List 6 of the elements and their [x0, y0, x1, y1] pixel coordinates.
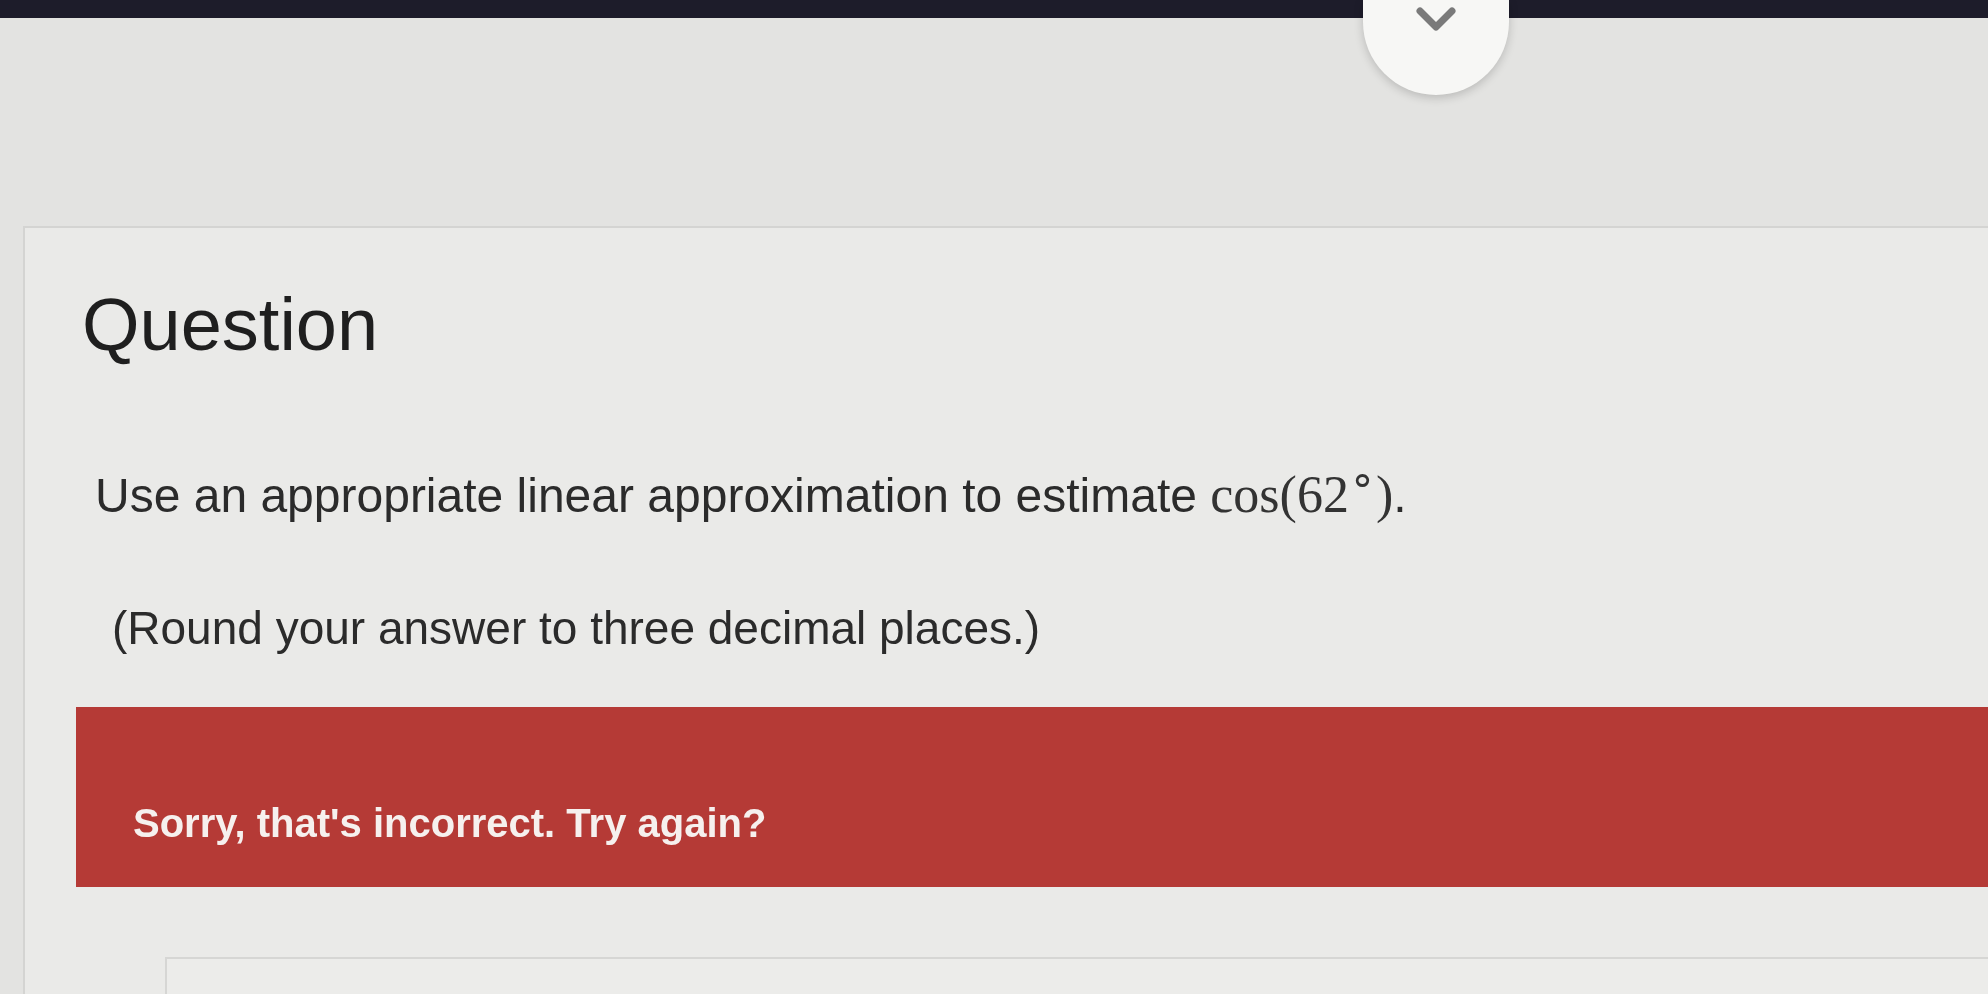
- chevron-down-icon: [1416, 7, 1456, 33]
- question-heading: Question: [82, 282, 380, 368]
- feedback-message: Sorry, that's incorrect. Try again?: [133, 800, 767, 848]
- question-prompt: Use an appropriate linear approximation to estimate cos(62$^{∘}$).: [95, 454, 1408, 526]
- rounding-instruction: (Round your answer to three decimal places.): [112, 601, 1042, 657]
- scroll-down-button[interactable]: [1363, 0, 1509, 95]
